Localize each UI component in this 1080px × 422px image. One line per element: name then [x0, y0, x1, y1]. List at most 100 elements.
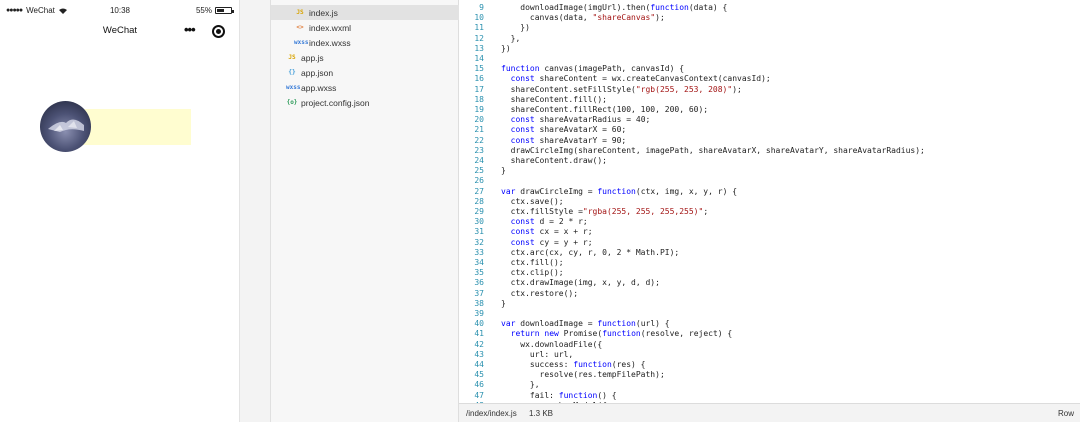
code-keyword: const	[510, 227, 535, 237]
code-line[interactable]: 30 const d = 2 * r;	[459, 217, 1080, 227]
code-token: }	[501, 298, 506, 308]
code-line[interactable]: 19 shareContent.fillRect(100, 100, 200, …	[459, 105, 1080, 115]
battery-level	[217, 9, 225, 12]
code-token: resolve(res.tempFilePath);	[501, 370, 665, 380]
code-text: const shareContent = wx.createCanvasCont…	[501, 74, 771, 84]
code-line[interactable]: 28 ctx.save();	[459, 197, 1080, 207]
code-line[interactable]: 33 ctx.arc(cx, cy, r, 0, 2 * Math.PI);	[459, 248, 1080, 258]
file-name: index.wxml	[309, 22, 352, 33]
file-item-app-json[interactable]: {} app.json	[271, 65, 459, 80]
code-text: const shareAvatarY = 90;	[501, 136, 627, 146]
code-line[interactable]: 42 wx.downloadFile({	[459, 340, 1080, 350]
line-number: 19	[474, 105, 484, 114]
code-token: (res) {	[611, 360, 646, 369]
code-token: cx = x + r;	[534, 227, 593, 237]
code-line[interactable]: 27 var drawCircleImg = function(ctx, img,…	[459, 187, 1080, 197]
code-line[interactable]: 40 var downloadImage = function(url) {	[459, 319, 1080, 329]
code-line[interactable]: 20 const shareAvatarRadius = 40;	[459, 115, 1080, 125]
code-line[interactable]: 31 const cx = x + r;	[459, 227, 1080, 237]
code-token: downloadImage(imgUrl).then(	[501, 3, 651, 12]
code-line[interactable]: 9 downloadImage(imgUrl).then(function(da…	[459, 3, 1080, 13]
config-file-icon: {o}	[286, 99, 298, 106]
code-line[interactable]: 18 shareContent.fill();	[459, 95, 1080, 105]
code-line[interactable]: 34 ctx.fill();	[459, 258, 1080, 268]
line-number: 42	[474, 339, 484, 349]
code-token: ;	[703, 207, 709, 216]
code-text: const cx = x + r;	[501, 227, 593, 237]
code-text: fail: function() {	[501, 391, 617, 401]
code-line[interactable]: 21 const shareAvatarX = 60;	[459, 125, 1080, 135]
line-number: 35	[474, 268, 484, 278]
code-line[interactable]: 24 shareContent.draw();	[459, 156, 1080, 166]
status-bar: ●●●●● WeChat 10:38 55%	[0, 0, 240, 20]
code-line[interactable]: 17 shareContent.setFillStyle("rgb(255, 2…	[459, 85, 1080, 95]
code-line[interactable]: 43 url: url,	[459, 350, 1080, 360]
code-line[interactable]: 11 })	[459, 23, 1080, 33]
code-text: ctx.clip();	[501, 268, 564, 278]
code-line[interactable]: 32 const cy = y + r;	[459, 238, 1080, 248]
avatar-image-art	[48, 119, 84, 132]
code-text: ctx.drawImage(img, x, y, d, d);	[501, 278, 660, 288]
code-line[interactable]: 26	[459, 176, 1080, 186]
code-keyword: function	[501, 64, 540, 74]
code-line[interactable]: 38}	[459, 299, 1080, 309]
code-line[interactable]: 36 ctx.drawImage(img, x, y, d, d);	[459, 278, 1080, 288]
code-line[interactable]: 44 success: function(res) {	[459, 360, 1080, 370]
code-line[interactable]: 47 fail: function() {	[459, 391, 1080, 401]
line-number: 45	[474, 370, 484, 380]
code-line[interactable]: 29 ctx.fillStyle ="rgba(255, 255, 255,25…	[459, 207, 1080, 217]
code-line[interactable]: 22 const shareAvatarY = 90;	[459, 136, 1080, 146]
code-line[interactable]: 45 resolve(res.tempFilePath);	[459, 370, 1080, 380]
file-item-index-wxml[interactable]: <> index.wxml	[271, 20, 459, 35]
battery-percent: 55%	[195, 6, 212, 15]
code-text: resolve(res.tempFilePath);	[501, 370, 665, 380]
close-capsule-icon[interactable]	[212, 25, 225, 38]
code-text: }	[501, 299, 506, 309]
line-number: 33	[474, 247, 484, 257]
code-text: }	[501, 166, 506, 176]
code-token: ctx.fillStyle =	[501, 207, 583, 216]
code-line[interactable]: 39	[459, 309, 1080, 319]
code-line[interactable]: 16 const shareContent = wx.createCanvasC…	[459, 74, 1080, 84]
code-token: }	[501, 166, 506, 176]
wxss-file-icon: wxss	[286, 84, 301, 91]
more-menu-icon[interactable]: •••	[184, 22, 196, 37]
code-text: function canvas(imagePath, canvasId) {	[501, 64, 684, 74]
code-line[interactable]: 14	[459, 54, 1080, 64]
line-number: 20	[474, 115, 484, 125]
file-item-index-wxss[interactable]: wxss index.wxss	[271, 35, 459, 50]
line-number: 14	[474, 54, 484, 63]
code-line[interactable]: 35 ctx.clip();	[459, 268, 1080, 278]
code-line[interactable]: 46 },	[459, 380, 1080, 390]
file-item-project-config-json[interactable]: {o} project.config.json	[271, 95, 459, 110]
nav-bar: WeChat •••	[0, 20, 240, 44]
line-number: 46	[474, 380, 484, 390]
code-keyword: function	[650, 3, 689, 12]
code-token: shareContent.fill();	[501, 94, 607, 104]
code-line[interactable]: 37 ctx.restore();	[459, 289, 1080, 299]
code-line[interactable]: 15 function canvas(imagePath, canvasId) {	[459, 64, 1080, 74]
line-number: 29	[474, 207, 484, 216]
code-line[interactable]: 13})	[459, 44, 1080, 54]
code-line[interactable]: 25}	[459, 166, 1080, 176]
file-item-index-js[interactable]: JS index.js	[271, 5, 459, 20]
code-line[interactable]: 41 return new Promise(function(resolve, …	[459, 329, 1080, 339]
code-token: fail:	[501, 390, 559, 400]
code-editor[interactable]: 9 downloadImage(imgUrl).then(function(da…	[459, 0, 1080, 403]
code-line[interactable]: 23 drawCircleImg(shareContent, imagePath…	[459, 146, 1080, 156]
file-item-app-js[interactable]: JS app.js	[271, 50, 459, 65]
file-name: index.js	[309, 7, 338, 18]
nav-title: WeChat	[102, 25, 138, 36]
line-number: 37	[474, 288, 484, 298]
code-token: ctx.drawImage(img, x, y, d, d);	[501, 278, 660, 288]
code-token: (ctx, img, x, y, r) {	[635, 186, 738, 196]
code-line[interactable]: 10 canvas(data, "shareCanvas");	[459, 13, 1080, 23]
line-number: 18	[474, 94, 484, 104]
file-item-app-wxss[interactable]: wxss app.wxss	[271, 80, 459, 95]
code-token: ctx.save();	[501, 196, 564, 206]
code-token: (data) {	[688, 3, 728, 12]
file-name: index.wxss	[309, 37, 351, 48]
code-line[interactable]: 12 },	[459, 34, 1080, 44]
